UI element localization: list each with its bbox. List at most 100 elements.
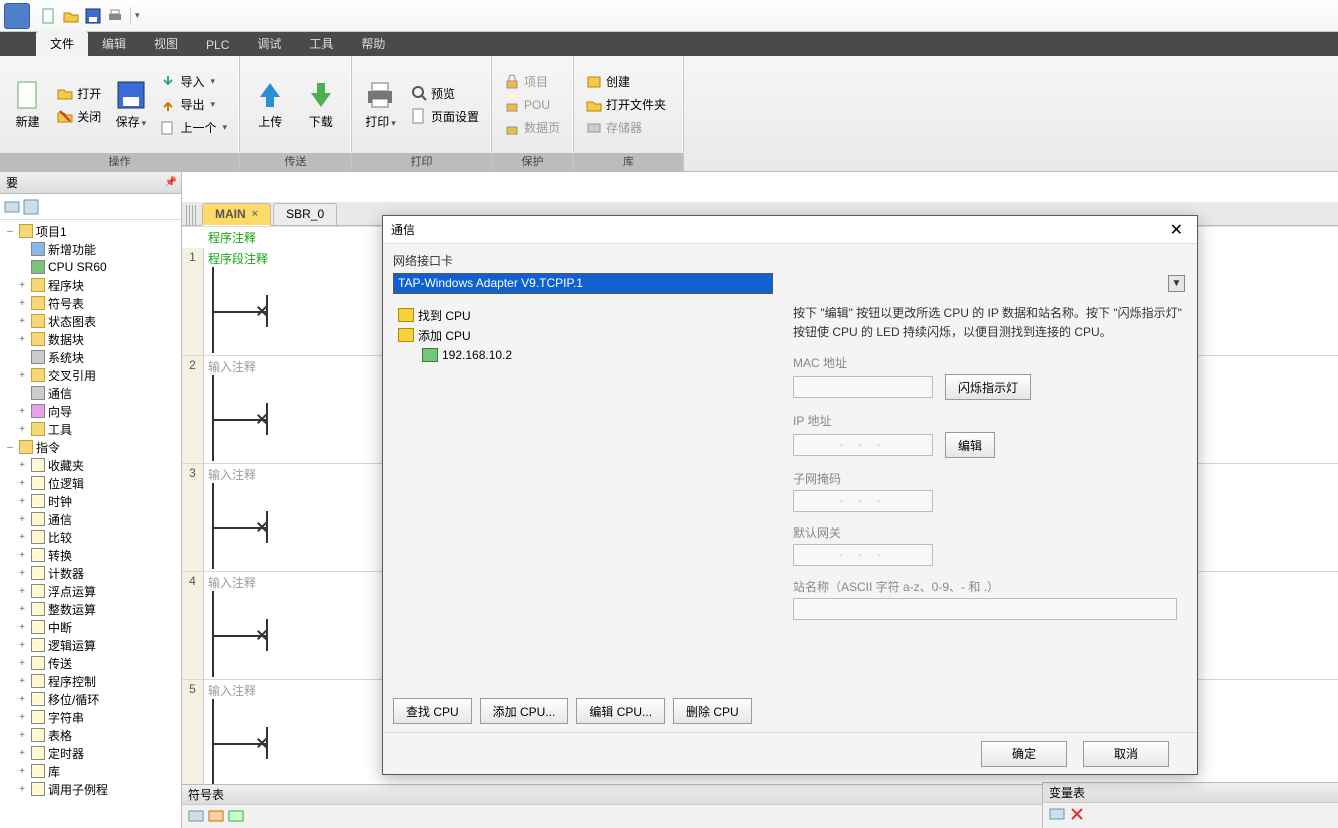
- protect-datapage-button[interactable]: 数据页: [500, 117, 564, 139]
- tab-grip[interactable]: [186, 205, 196, 225]
- protect-pou-button[interactable]: POU: [500, 94, 564, 116]
- page-setup-button[interactable]: 页面设置: [407, 105, 483, 127]
- print-button[interactable]: 打印: [360, 79, 401, 130]
- add-cpu-node[interactable]: 添加 CPU: [394, 325, 772, 345]
- tree-icon: [31, 260, 45, 274]
- st-icon[interactable]: [228, 808, 244, 824]
- tree-node[interactable]: +向导: [0, 402, 181, 420]
- tree-node[interactable]: +计数器: [0, 564, 181, 582]
- lib-storage-button[interactable]: 存储器: [582, 117, 670, 139]
- tree-node[interactable]: +中断: [0, 618, 181, 636]
- tree-node[interactable]: +状态图表: [0, 312, 181, 330]
- protect-project-button[interactable]: 项目: [500, 71, 564, 93]
- tab-main[interactable]: MAIN×: [202, 203, 271, 226]
- tree-icon: [31, 422, 45, 436]
- export-button[interactable]: 导出: [156, 94, 231, 116]
- close-icon[interactable]: ×: [252, 208, 258, 220]
- tree-node[interactable]: +时钟: [0, 492, 181, 510]
- ok-button[interactable]: 确定: [981, 741, 1067, 767]
- tree-node[interactable]: CPU SR60: [0, 258, 181, 276]
- pin-icon[interactable]: 📌: [165, 172, 177, 194]
- ribbon-tab-tools[interactable]: 工具: [295, 31, 347, 56]
- new-icon[interactable]: [41, 8, 57, 24]
- print-icon[interactable]: [107, 8, 123, 24]
- tree-node[interactable]: 新增功能: [0, 240, 181, 258]
- find-cpu-button[interactable]: 查找 CPU: [393, 698, 472, 724]
- ribbon-tab-edit[interactable]: 编辑: [88, 31, 140, 56]
- vt-icon[interactable]: [1069, 806, 1085, 822]
- upload-button[interactable]: 上传: [248, 79, 293, 130]
- tree-node[interactable]: +程序块: [0, 276, 181, 294]
- qat-dropdown-icon[interactable]: ▾: [135, 10, 140, 21]
- project-tree[interactable]: –项目1 新增功能 CPU SR60+程序块+符号表+状态图表+数据块 系统块+…: [0, 220, 181, 828]
- save-button[interactable]: 保存: [111, 79, 150, 130]
- ribbon-tab-debug[interactable]: 调试: [243, 31, 295, 56]
- ribbon-tab-file[interactable]: 文件: [36, 31, 88, 56]
- st-icon[interactable]: [208, 808, 224, 824]
- tree-node[interactable]: +传送: [0, 654, 181, 672]
- ip-input[interactable]: . . .: [793, 434, 933, 456]
- gateway-input[interactable]: . . .: [793, 544, 933, 566]
- mac-input[interactable]: [793, 376, 933, 398]
- st-icon[interactable]: [188, 808, 204, 824]
- ribbon-tab-plc[interactable]: PLC: [192, 34, 243, 56]
- tree-node[interactable]: +整数运算: [0, 600, 181, 618]
- add-cpu-button[interactable]: 添加 CPU...: [480, 698, 569, 724]
- tree-node[interactable]: +移位/循环: [0, 690, 181, 708]
- tree-node[interactable]: +表格: [0, 726, 181, 744]
- import-button[interactable]: 导入: [156, 71, 231, 93]
- tree-node[interactable]: +调用子例程: [0, 780, 181, 798]
- download-button[interactable]: 下载: [299, 79, 344, 130]
- tree-toolbar: [0, 194, 181, 220]
- cpu-ip-node[interactable]: 192.168.10.2: [394, 345, 772, 365]
- tree-tb-icon[interactable]: [4, 199, 20, 215]
- station-name-input[interactable]: [793, 598, 1177, 620]
- tree-node[interactable]: +交叉引用: [0, 366, 181, 384]
- delete-cpu-button[interactable]: 删除 CPU: [673, 698, 752, 724]
- tree-node[interactable]: +工具: [0, 420, 181, 438]
- cpu-tree[interactable]: 找到 CPU 添加 CPU 192.168.10.2: [393, 302, 773, 692]
- tree-node[interactable]: +转换: [0, 546, 181, 564]
- cancel-button[interactable]: 取消: [1083, 741, 1169, 767]
- nic-dropdown[interactable]: TAP-Windows Adapter V9.TCPIP.1▼: [393, 273, 773, 294]
- tree-icon: [31, 764, 45, 778]
- tree-node[interactable]: 通信: [0, 384, 181, 402]
- save-icon[interactable]: [85, 8, 101, 24]
- flash-led-button[interactable]: 闪烁指示灯: [945, 374, 1031, 400]
- preview-button[interactable]: 预览: [407, 82, 483, 104]
- app-button[interactable]: [4, 3, 30, 29]
- vt-icon[interactable]: [1049, 806, 1065, 822]
- tree-node[interactable]: +比较: [0, 528, 181, 546]
- open-icon[interactable]: [63, 8, 79, 24]
- tree-root[interactable]: –项目1: [0, 222, 181, 240]
- dialog-close-icon[interactable]: ✕: [1164, 218, 1189, 242]
- chevron-down-icon[interactable]: ▼: [1168, 275, 1185, 292]
- tree-node[interactable]: +位逻辑: [0, 474, 181, 492]
- tree-node[interactable]: +收藏夹: [0, 456, 181, 474]
- edit-cpu-button[interactable]: 编辑 CPU...: [576, 698, 665, 724]
- lib-create-button[interactable]: 创建: [582, 71, 670, 93]
- tab-sbr0[interactable]: SBR_0: [273, 203, 337, 225]
- found-cpu-node[interactable]: 找到 CPU: [394, 305, 772, 325]
- tree-node[interactable]: 系统块: [0, 348, 181, 366]
- tree-node[interactable]: +数据块: [0, 330, 181, 348]
- mask-input[interactable]: . . .: [793, 490, 933, 512]
- ribbon-tab-help[interactable]: 帮助: [347, 31, 399, 56]
- tree-node[interactable]: +通信: [0, 510, 181, 528]
- tree-node[interactable]: +字符串: [0, 708, 181, 726]
- close-button[interactable]: 关闭: [53, 105, 105, 127]
- open-button[interactable]: 打开: [53, 82, 105, 104]
- ribbon-tab-view[interactable]: 视图: [140, 31, 192, 56]
- edit-ip-button[interactable]: 编辑: [945, 432, 995, 458]
- tree-node[interactable]: +浮点运算: [0, 582, 181, 600]
- tree-node[interactable]: +逻辑运算: [0, 636, 181, 654]
- tree-node[interactable]: +符号表: [0, 294, 181, 312]
- tree-node[interactable]: +程序控制: [0, 672, 181, 690]
- new-button[interactable]: 新建: [8, 79, 47, 130]
- previous-button[interactable]: 上一个: [156, 117, 231, 139]
- tree-tb-icon2[interactable]: [23, 199, 39, 215]
- tree-node[interactable]: +定时器: [0, 744, 181, 762]
- tree-instr-root[interactable]: –指令: [0, 438, 181, 456]
- lib-open-folder-button[interactable]: 打开文件夹: [582, 94, 670, 116]
- tree-node[interactable]: +库: [0, 762, 181, 780]
